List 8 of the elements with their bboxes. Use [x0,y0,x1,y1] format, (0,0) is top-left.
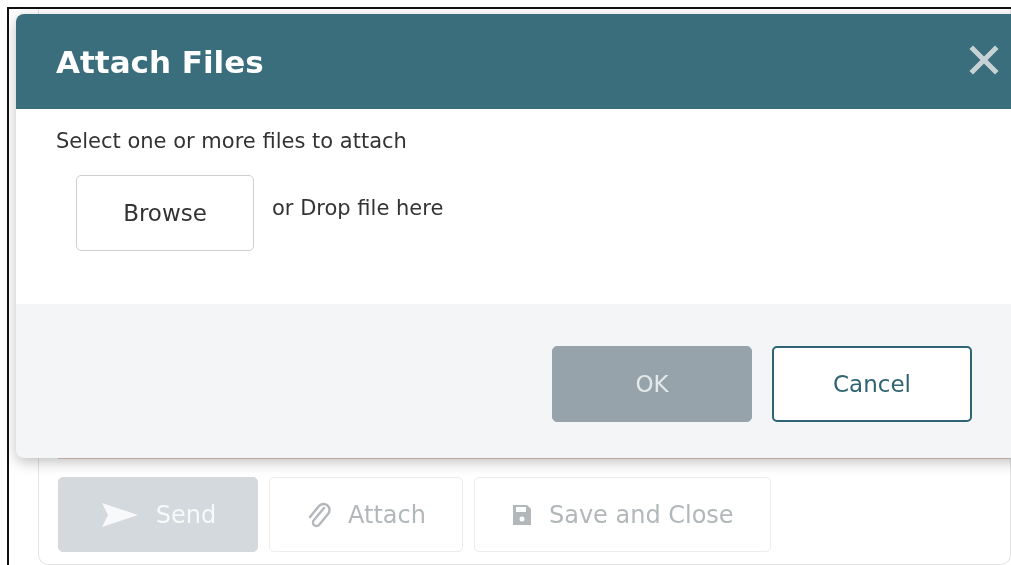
instruction-text: Select one or more files to attach [56,129,408,153]
drop-hint: or Drop file here [272,196,444,220]
dialog-title: Attach Files [56,43,264,80]
toolbar-button[interactable]: Save and Close [473,477,771,552]
send-icon [99,500,140,529]
cancel-button[interactable]: Cancel [772,346,972,422]
browse-button[interactable]: Browse [76,175,254,251]
toolbar-button[interactable]: Attach [269,477,463,552]
